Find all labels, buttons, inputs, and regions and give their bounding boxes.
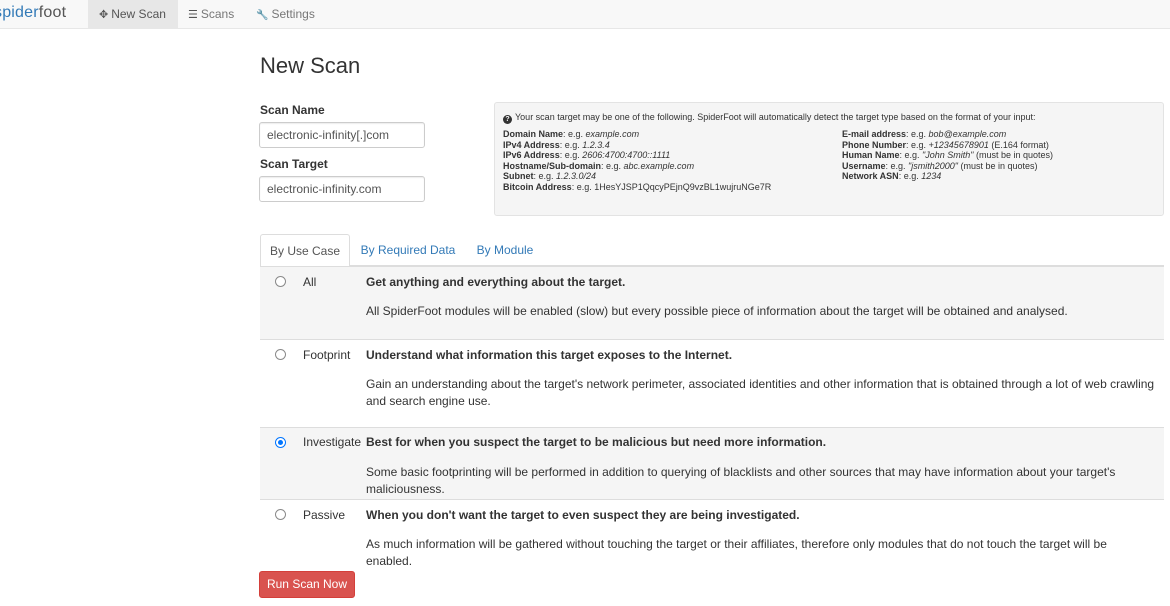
help-item: IPv6 Address: e.g. 2606:4700:4700::1111 <box>503 150 671 161</box>
use-case-passive[interactable]: Passive When you don't want the target t… <box>260 499 1164 568</box>
use-case-radio-investigate[interactable] <box>275 437 286 448</box>
help-item: Subnet: e.g. 1.2.3.0/24 <box>503 171 597 182</box>
tab-by-module[interactable]: By Module <box>468 234 542 266</box>
list-icon: ☰ <box>188 8 198 21</box>
scan-target-input[interactable] <box>259 176 425 202</box>
use-case-name: Passive <box>303 508 346 522</box>
help-right-column: E-mail address: e.g. bob@example.com Pho… <box>842 129 1053 182</box>
nav-new-scan[interactable]: ✥ New Scan <box>88 0 178 29</box>
scan-name-label: Scan Name <box>260 103 325 117</box>
use-case-title: Understand what information this target … <box>366 348 733 362</box>
tab-by-required-data[interactable]: By Required Data <box>356 234 460 266</box>
brand-text-spider: spider <box>0 4 39 21</box>
use-case-description: As much information will be gathered wit… <box>366 537 1107 568</box>
help-item: IPv4 Address: e.g. 1.2.3.4 <box>503 139 610 150</box>
use-case-radio-footprint[interactable] <box>275 349 286 360</box>
use-case-investigate[interactable]: Investigate Best for when you suspect th… <box>260 427 1164 499</box>
navbar: spiderfoot ✥New Scan ☰Scans 🔧Settings <box>0 0 1170 29</box>
scan-name-input[interactable] <box>259 122 425 148</box>
nav-settings[interactable]: 🔧 Settings <box>256 0 321 29</box>
brand-logo[interactable]: spiderfoot <box>0 3 66 23</box>
nav-scans-label: Scans <box>200 7 235 21</box>
crosshairs-icon: ✥ <box>99 8 109 21</box>
wrench-icon: 🔧 <box>256 10 269 21</box>
use-case-name: All <box>303 275 317 289</box>
use-case-description: All SpiderFoot modules will be enabled (… <box>366 304 1068 318</box>
use-case-title: Get anything and everything about the ta… <box>366 275 626 289</box>
use-case-title: Best for when you suspect the target to … <box>366 435 827 449</box>
nav-scans[interactable]: ☰ Scans <box>188 0 243 29</box>
help-item: Domain Name: e.g. example.com <box>503 129 640 139</box>
question-circle-icon: ? <box>503 115 512 124</box>
scan-target-label: Scan Target <box>260 157 328 171</box>
use-case-description: Some basic footprinting will be performe… <box>366 465 1116 496</box>
help-item: Network ASN: e.g. 1234 <box>842 171 942 182</box>
use-case-name: Footprint <box>303 348 351 362</box>
help-intro: ? Your scan target may be one of the foll… <box>503 112 1035 124</box>
help-item: Bitcoin Address: e.g. 1HesYJSP1QqcyPEjnQ… <box>503 181 772 192</box>
run-scan-button[interactable]: Run Scan Now <box>259 571 355 598</box>
help-item: Phone Number: e.g. +12345678901 (E.164 f… <box>842 139 1049 150</box>
target-help-box: ? Your scan target may be one of the foll… <box>494 102 1164 216</box>
nav-new-scan-label: New Scan <box>111 7 166 21</box>
use-case-all[interactable]: All Get anything and everything about th… <box>260 266 1164 339</box>
use-case-radio-passive[interactable] <box>275 509 286 520</box>
use-case-footprint[interactable]: Footprint Understand what information th… <box>260 339 1164 427</box>
use-case-name: Investigate <box>303 435 362 449</box>
tab-bar: By Use Case By Required Data By Module <box>260 234 1164 267</box>
help-item: E-mail address: e.g. bob@example.com <box>842 129 1007 139</box>
help-left-column: Domain Name: e.g. example.com IPv4 Addre… <box>503 129 771 193</box>
use-case-radio-all[interactable] <box>275 276 286 287</box>
help-item: Hostname/Sub-domain: e.g. abc.example.co… <box>503 160 695 171</box>
help-item: Username: e.g. "jsmith2000" (must be in … <box>842 160 1038 171</box>
use-case-title: When you don't want the target to even s… <box>366 508 800 522</box>
page-title: New Scan <box>260 53 361 78</box>
tab-by-use-case[interactable]: By Use Case <box>260 234 350 267</box>
help-intro-text: Your scan target may be one of the follo… <box>515 112 1036 122</box>
help-item: Human Name: e.g. "John Smith" (must be i… <box>842 150 1053 161</box>
nav-settings-label: Settings <box>271 7 315 21</box>
brand-text-foot: foot <box>38 4 67 21</box>
use-case-description: Gain an understanding about the target's… <box>366 377 1155 408</box>
